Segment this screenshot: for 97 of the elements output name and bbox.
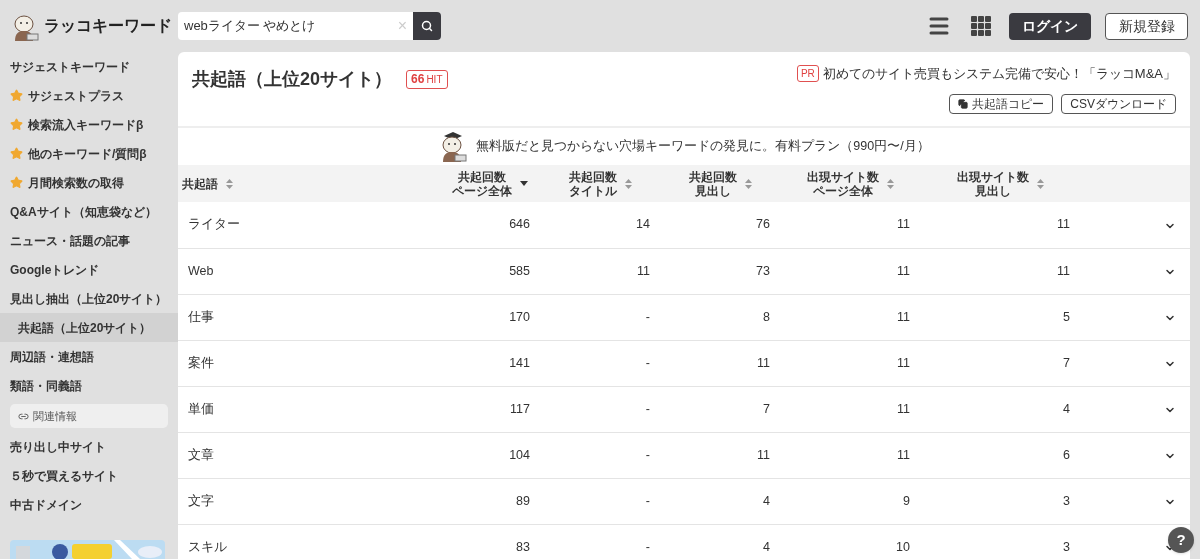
table-cell: - (540, 340, 660, 386)
table-cell: - (540, 386, 660, 432)
sidebar-item[interactable]: ５秒で買えるサイト (0, 461, 178, 490)
sidebar-item[interactable]: 他のキーワード/質問β (0, 139, 178, 168)
table-cell: 7 (920, 340, 1080, 386)
hit-count: 66 HIT (406, 69, 448, 89)
table-cell: 76 (660, 202, 780, 248)
sort-descending-icon[interactable] (520, 181, 528, 186)
table-cell: - (540, 524, 660, 559)
column-header[interactable]: 出現サイト数 見出し (920, 165, 1080, 202)
table-cell: 11 (920, 248, 1080, 294)
table-cell: 104 (440, 432, 540, 478)
copy-icon (958, 98, 969, 109)
sidebar-item[interactable]: ニュース・話題の記事 (0, 226, 178, 255)
table-cell: スキル (178, 524, 440, 559)
logo-text[interactable]: ラッコキーワード (44, 14, 172, 38)
sidebar-item[interactable]: 共起語（上位20サイト） (0, 313, 178, 342)
column-header[interactable]: 共起回数 ページ全体 (440, 165, 540, 202)
table-cell: 5 (920, 294, 1080, 340)
pr-badge: PR (796, 65, 819, 83)
sort-icon[interactable] (744, 178, 752, 189)
table-cell: Web (178, 248, 440, 294)
help-button[interactable]: ? (1168, 527, 1194, 553)
table-cell: 案件 (178, 340, 440, 386)
sidebar-item[interactable]: 検索流入キーワードβ (0, 110, 178, 139)
csv-download-button[interactable]: CSVダウンロード (1061, 93, 1176, 114)
search-icon (421, 20, 433, 32)
star-icon (10, 118, 23, 131)
column-header[interactable]: 共起回数 見出し (660, 165, 780, 202)
sidebar-item[interactable]: 月間検索数の取得 (0, 168, 178, 197)
table-cell: 4 (920, 386, 1080, 432)
table-cell: - (540, 294, 660, 340)
sidebar-item[interactable]: 売り出し中サイト (0, 432, 178, 461)
star-icon (10, 147, 23, 160)
table-cell: 単価 (178, 386, 440, 432)
sidebar-item[interactable]: 中古ドメイン (0, 490, 178, 519)
star-icon (10, 176, 23, 189)
section-label: 関連情報 (33, 408, 77, 424)
sidebar-item[interactable]: 見出し抽出（上位20サイト） (0, 284, 178, 313)
promo-banner[interactable]: 無料版だと見つからない穴場キーワードの発見に。有料プラン（990円〜/月） (178, 128, 1190, 165)
table-cell: 11 (780, 202, 920, 248)
copy-button[interactable]: 共起語コピー (949, 93, 1054, 114)
table-cell: 11 (920, 202, 1080, 248)
table-cell: 文章 (178, 432, 440, 478)
table-cell: - (540, 432, 660, 478)
signup-button[interactable]: 新規登録 (1105, 12, 1188, 40)
table-cell: 3 (920, 478, 1080, 524)
table-cell: 4 (660, 478, 780, 524)
sort-icon[interactable] (886, 178, 894, 189)
table-cell: 11 (780, 248, 920, 294)
table-cell: 11 (660, 340, 780, 386)
table-cell: 11 (780, 340, 920, 386)
search-field[interactable]: webライター やめとけ × (178, 12, 441, 40)
ad-link[interactable]: 初めてのサイト売買もシステム完備で安心！「ラッコM&A」 (822, 64, 1176, 84)
table-cell: 646 (440, 202, 540, 248)
table-cell: 83 (440, 524, 540, 559)
sidebar-item[interactable]: 類語・同義語 (0, 371, 178, 400)
table-cell: 11 (780, 432, 920, 478)
table-cell: 文字 (178, 478, 440, 524)
login-button[interactable]: ログイン (1009, 12, 1091, 40)
column-header[interactable]: 共起語 (178, 165, 440, 202)
table-cell: ライター (178, 202, 440, 248)
sidebar-item[interactable]: Googleトレンド (0, 255, 178, 284)
table-cell: 11 (780, 294, 920, 340)
table-cell: 仕事 (178, 294, 440, 340)
table-cell: 585 (440, 248, 540, 294)
column-header[interactable]: 出現サイト数 ページ全体 (780, 165, 920, 202)
table-cell: 4 (660, 524, 780, 559)
table-cell: 11 (660, 432, 780, 478)
column-header[interactable]: 共起回数 タイトル (540, 165, 660, 202)
sort-icon[interactable] (1036, 178, 1044, 189)
table-cell: 141 (440, 340, 540, 386)
table-cell: - (540, 478, 660, 524)
promo-text[interactable]: 無料版だと見つからない穴場キーワードの発見に。有料プラン（990円〜/月） (476, 137, 930, 156)
sort-icon[interactable] (624, 178, 632, 189)
table-cell: 14 (540, 202, 660, 248)
table-cell: 7 (660, 386, 780, 432)
table-cell: 10 (780, 524, 920, 559)
apps-grid-icon[interactable] (971, 16, 991, 36)
search-button[interactable] (413, 12, 441, 40)
table-cell: 73 (660, 248, 780, 294)
sidebar-item[interactable]: 周辺語・連想語 (0, 342, 178, 371)
table-cell: 8 (660, 294, 780, 340)
sidebar-item[interactable]: サジェストプラス (0, 81, 178, 110)
table-cell: 6 (920, 432, 1080, 478)
table-cell: 117 (440, 386, 540, 432)
table-cell: 170 (440, 294, 540, 340)
star-icon (10, 89, 23, 102)
sidebar-item[interactable]: サジェストキーワード (0, 52, 178, 81)
sort-icon[interactable] (226, 178, 233, 189)
table-cell: 89 (440, 478, 540, 524)
table-cell: 9 (780, 478, 920, 524)
table-cell: 3 (920, 524, 1080, 559)
sidebar-item[interactable]: Q&Aサイト（知恵袋など） (0, 197, 178, 226)
page-title: 共起語（上位20サイト） (192, 67, 393, 91)
table-cell: 11 (540, 248, 660, 294)
table-cell: 11 (780, 386, 920, 432)
